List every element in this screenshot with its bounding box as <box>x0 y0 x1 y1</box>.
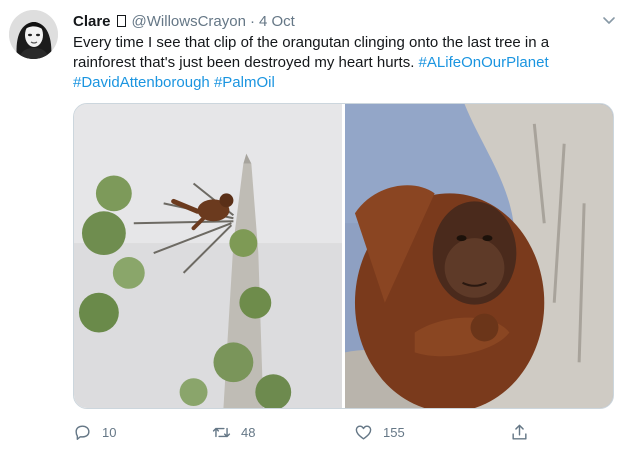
tweet-text: Every time I see that clip of the orangu… <box>73 33 608 93</box>
photo-orangutan-closeup[interactable] <box>344 104 613 408</box>
reply-button[interactable]: 10 <box>73 421 116 443</box>
action-bar: 10 48 155 <box>73 421 533 443</box>
separator-dot: · <box>249 12 255 30</box>
hashtag-link[interactable]: #DavidAttenborough <box>73 74 210 91</box>
avatar[interactable] <box>9 10 58 59</box>
media-grid <box>73 103 614 409</box>
tweet-header: Clare @WillowsCrayon · 4 Oct <box>73 10 295 32</box>
hashtag-link[interactable]: #PalmOil <box>214 74 275 91</box>
like-count: 155 <box>383 424 405 440</box>
reply-count: 10 <box>102 424 117 440</box>
author-name[interactable]: Clare <box>73 13 111 30</box>
photo-orangutan-tree[interactable] <box>74 104 342 408</box>
chevron-down-icon[interactable] <box>601 12 617 28</box>
tweet-date[interactable]: 4 Oct <box>259 13 295 30</box>
share-button[interactable] <box>510 421 529 443</box>
retweet-icon <box>212 423 231 442</box>
name-emoji-icon <box>116 15 126 27</box>
heart-icon <box>354 423 373 442</box>
retweet-count: 48 <box>241 424 256 440</box>
tweet-card[interactable]: Clare @WillowsCrayon · 4 Oct Every time … <box>0 0 634 449</box>
hashtag-link[interactable]: #ALifeOnOurPlanet <box>419 54 549 71</box>
reply-icon <box>73 423 92 442</box>
share-icon <box>510 423 529 442</box>
retweet-button[interactable]: 48 <box>212 421 255 443</box>
author-handle[interactable]: @WillowsCrayon <box>132 13 246 30</box>
like-button[interactable]: 155 <box>354 421 405 443</box>
